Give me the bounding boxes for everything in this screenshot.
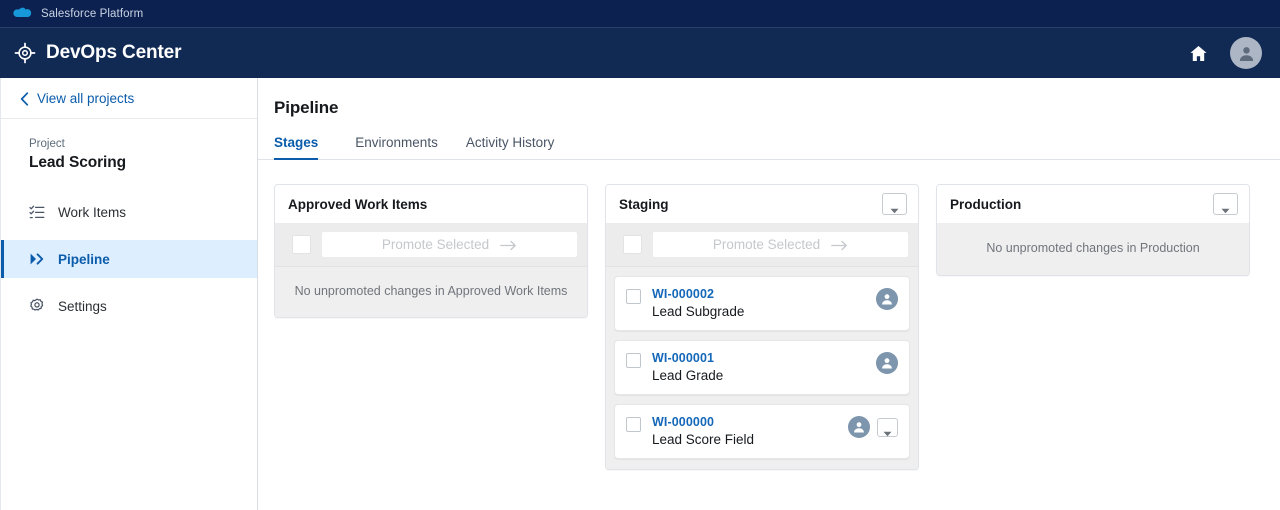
target-crosshair-icon bbox=[14, 42, 36, 64]
app-body: View all projects Project Lead Scoring W… bbox=[0, 78, 1280, 510]
salesforce-cloud-icon bbox=[12, 7, 32, 21]
app-brand[interactable]: DevOps Center bbox=[14, 42, 181, 64]
work-item-id[interactable]: WI-000000 bbox=[652, 415, 848, 429]
sidebar: View all projects Project Lead Scoring W… bbox=[0, 78, 258, 510]
project-info: Project Lead Scoring bbox=[1, 119, 257, 172]
stage-title: Staging bbox=[619, 196, 669, 212]
work-item-actions bbox=[876, 352, 898, 374]
caret-down-icon bbox=[1221, 201, 1230, 214]
pipeline-stages: Approved Work Items Promote Selected No … bbox=[258, 160, 1280, 470]
tab-activity-history[interactable]: Activity History bbox=[452, 135, 569, 159]
chevron-left-icon bbox=[20, 91, 29, 106]
avatar[interactable] bbox=[1230, 37, 1262, 69]
work-item-text: WI-000000 Lead Score Field bbox=[652, 415, 848, 447]
stage-column-staging: Staging Promote Selected WI-000002 Lead … bbox=[605, 184, 919, 470]
salesforce-platform-strip: Salesforce Platform bbox=[0, 0, 1280, 28]
work-item-name: Lead Subgrade bbox=[652, 304, 745, 319]
tab-stages[interactable]: Stages bbox=[274, 135, 332, 160]
sidebar-item-pipeline[interactable]: Pipeline bbox=[1, 240, 257, 278]
main-content: Pipeline Stages Environments Activity Hi… bbox=[258, 78, 1280, 510]
arrow-right-icon bbox=[831, 239, 848, 251]
project-name: Lead Scoring bbox=[29, 154, 126, 171]
user-avatar-icon[interactable] bbox=[876, 288, 898, 310]
double-chevron-icon bbox=[29, 251, 45, 267]
stage-title: Production bbox=[950, 196, 1022, 212]
stage-empty-message: No unpromoted changes in Production bbox=[937, 223, 1249, 275]
user-avatar-icon[interactable] bbox=[876, 352, 898, 374]
home-icon[interactable] bbox=[1189, 44, 1208, 63]
work-item-list: WI-000002 Lead Subgrade WI-000001 Lead G… bbox=[606, 266, 918, 469]
work-item-name: Lead Score Field bbox=[652, 432, 755, 447]
tab-environments[interactable]: Environments bbox=[341, 135, 452, 159]
sidebar-item-settings[interactable]: Settings bbox=[1, 287, 257, 325]
stage-column-production: Production No unpromoted changes in Prod… bbox=[936, 184, 1250, 276]
sidebar-item-work-items[interactable]: Work Items bbox=[1, 193, 257, 231]
stage-column-approved-work-items: Approved Work Items Promote Selected No … bbox=[274, 184, 588, 318]
work-item-card[interactable]: WI-000002 Lead Subgrade bbox=[614, 276, 910, 331]
promote-selected-button[interactable]: Promote Selected bbox=[652, 231, 909, 258]
page-title: Pipeline bbox=[274, 98, 339, 117]
header-actions bbox=[1189, 37, 1262, 69]
work-item-card[interactable]: WI-000001 Lead Grade bbox=[614, 340, 910, 395]
caret-down-icon bbox=[890, 201, 899, 214]
stage-menu-button[interactable] bbox=[882, 193, 907, 215]
stage-header: Staging bbox=[606, 185, 918, 223]
caret-down-icon bbox=[883, 424, 892, 437]
promote-button-label: Promote Selected bbox=[712, 237, 821, 252]
work-item-checkbox[interactable] bbox=[626, 353, 641, 368]
user-avatar-icon[interactable] bbox=[848, 416, 870, 438]
work-item-name: Lead Grade bbox=[652, 368, 724, 383]
stage-title: Approved Work Items bbox=[288, 196, 428, 212]
promote-bar: Promote Selected bbox=[275, 223, 587, 266]
work-item-card[interactable]: WI-000000 Lead Score Field bbox=[614, 404, 910, 459]
work-item-text: WI-000001 Lead Grade bbox=[652, 351, 876, 383]
promote-selected-button[interactable]: Promote Selected bbox=[321, 231, 578, 258]
stage-header: Approved Work Items bbox=[275, 185, 587, 223]
work-item-menu-button[interactable] bbox=[877, 417, 898, 437]
work-item-actions bbox=[876, 288, 898, 310]
platform-label: Salesforce Platform bbox=[41, 7, 144, 20]
back-link-label: View all projects bbox=[37, 90, 135, 106]
arrow-right-icon bbox=[500, 239, 517, 251]
stage-header: Production bbox=[937, 185, 1249, 223]
checklist-icon bbox=[29, 204, 45, 220]
app-header: DevOps Center bbox=[0, 28, 1280, 78]
sidebar-item-label: Work Items bbox=[58, 204, 127, 220]
select-all-checkbox[interactable] bbox=[292, 235, 311, 254]
stage-menu-button[interactable] bbox=[1213, 193, 1238, 215]
back-to-projects-link[interactable]: View all projects bbox=[1, 78, 257, 119]
work-item-text: WI-000002 Lead Subgrade bbox=[652, 287, 876, 319]
work-item-actions bbox=[848, 416, 898, 438]
sidebar-item-label: Settings bbox=[58, 298, 107, 314]
work-item-checkbox[interactable] bbox=[626, 289, 641, 304]
promote-button-label: Promote Selected bbox=[381, 237, 490, 252]
app-title: DevOps Center bbox=[46, 42, 182, 63]
tab-bar: Stages Environments Activity History bbox=[258, 135, 1280, 160]
stage-empty-message: No unpromoted changes in Approved Work I… bbox=[275, 266, 587, 317]
work-item-checkbox[interactable] bbox=[626, 417, 641, 432]
promote-bar: Promote Selected bbox=[606, 223, 918, 266]
work-item-id[interactable]: WI-000001 bbox=[652, 351, 876, 365]
sidebar-nav: Work Items Pipeline Settings bbox=[1, 193, 257, 325]
work-item-id[interactable]: WI-000002 bbox=[652, 287, 876, 301]
project-eyebrow: Project bbox=[29, 138, 65, 150]
select-all-checkbox[interactable] bbox=[623, 235, 642, 254]
sidebar-item-label: Pipeline bbox=[58, 251, 110, 267]
gear-icon bbox=[29, 298, 45, 314]
